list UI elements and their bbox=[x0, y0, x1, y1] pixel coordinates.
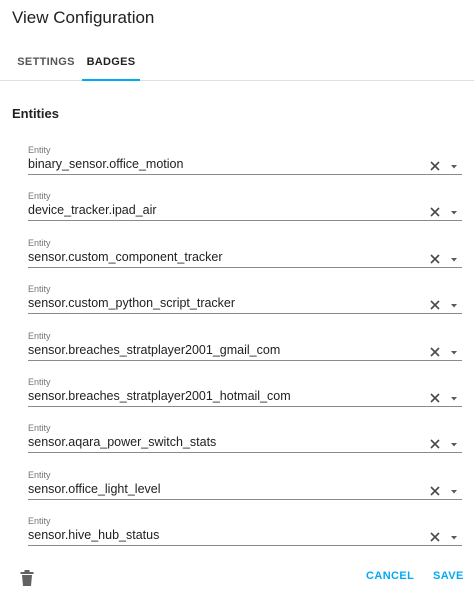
entity-field[interactable]: Entity binary_sensor.office_motion bbox=[28, 143, 464, 189]
entity-value: sensor.breaches_stratplayer2001_gmail_co… bbox=[28, 342, 281, 357]
entity-value: sensor.custom_component_tracker bbox=[28, 249, 223, 264]
entity-value: sensor.custom_python_script_tracker bbox=[28, 296, 236, 311]
close-icon[interactable] bbox=[428, 437, 442, 451]
entity-value: sensor.hive_hub_status bbox=[28, 528, 160, 543]
entity-field[interactable]: Entity sensor.breaches_stratplayer2001_h… bbox=[28, 375, 464, 421]
entity-underline bbox=[28, 359, 462, 361]
trash-icon[interactable] bbox=[19, 569, 35, 587]
entity-value: sensor.aqara_power_switch_stats bbox=[28, 435, 217, 450]
entity-underline bbox=[28, 545, 462, 547]
entity-label: Entity bbox=[28, 516, 51, 527]
dialog-title: View Configuration bbox=[12, 8, 155, 27]
entity-label: Entity bbox=[28, 145, 51, 155]
entity-value: sensor.breaches_stratplayer2001_hotmail_… bbox=[28, 388, 291, 403]
entity-field[interactable]: Entity sensor.custom_component_tracker bbox=[28, 236, 464, 282]
tab-settings[interactable]: SETTINGS bbox=[12, 44, 80, 80]
view-configuration-dialog: View Configuration SETTINGS BADGES Entit… bbox=[0, 0, 474, 593]
entity-label: Entity bbox=[28, 469, 51, 480]
dropdown-arrow-icon[interactable] bbox=[448, 486, 460, 496]
active-tab-indicator bbox=[82, 79, 140, 81]
dropdown-arrow-icon[interactable] bbox=[448, 393, 460, 403]
entity-field[interactable]: Entity sensor.custom_python_script_track… bbox=[28, 282, 464, 328]
entity-underline bbox=[28, 266, 462, 268]
close-icon[interactable] bbox=[428, 298, 442, 312]
entity-label: Entity bbox=[28, 376, 51, 387]
cancel-button[interactable]: CANCEL bbox=[366, 570, 414, 582]
entity-label: Entity bbox=[28, 330, 51, 341]
close-icon[interactable] bbox=[428, 530, 442, 544]
entity-underline bbox=[28, 405, 462, 407]
close-icon[interactable] bbox=[428, 484, 442, 498]
dropdown-arrow-icon[interactable] bbox=[448, 439, 460, 449]
dropdown-arrow-icon[interactable] bbox=[448, 161, 460, 171]
close-icon[interactable] bbox=[428, 252, 442, 266]
entity-field[interactable]: Entity sensor.breaches_stratplayer2001_g… bbox=[28, 329, 464, 375]
entity-label: Entity bbox=[28, 284, 51, 295]
close-icon[interactable] bbox=[428, 159, 442, 173]
entity-label: Entity bbox=[28, 423, 51, 434]
entity-label: Entity bbox=[28, 191, 51, 202]
entity-underline bbox=[28, 174, 462, 175]
entity-underline bbox=[28, 498, 462, 500]
dialog-footer: CANCEL SAVE bbox=[0, 562, 474, 593]
entity-field[interactable]: Entity sensor.hive_hub_status bbox=[28, 514, 464, 560]
entity-label: Entity bbox=[28, 237, 51, 248]
close-icon[interactable] bbox=[428, 345, 442, 359]
tab-bar: SETTINGS BADGES bbox=[0, 44, 474, 81]
entity-field[interactable]: Entity sensor.office_light_level bbox=[28, 468, 464, 514]
entity-underline bbox=[28, 452, 462, 454]
entity-field[interactable]: Entity device_tracker.ipad_air bbox=[28, 189, 464, 235]
entity-value: binary_sensor.office_motion bbox=[28, 157, 184, 171]
tab-badges[interactable]: BADGES bbox=[82, 44, 140, 80]
section-title-entities: Entities bbox=[12, 106, 59, 121]
save-button[interactable]: SAVE bbox=[433, 570, 464, 582]
entity-field[interactable]: Entity sensor.aqara_power_switch_stats bbox=[28, 421, 464, 467]
close-icon[interactable] bbox=[428, 205, 442, 219]
dropdown-arrow-icon[interactable] bbox=[448, 532, 460, 542]
close-icon[interactable] bbox=[428, 391, 442, 405]
dropdown-arrow-icon[interactable] bbox=[448, 300, 460, 310]
entity-underline bbox=[28, 220, 462, 222]
entity-list: Entity binary_sensor.office_motion Entit… bbox=[28, 143, 464, 561]
entity-underline bbox=[28, 313, 462, 315]
entity-value: device_tracker.ipad_air bbox=[28, 203, 157, 218]
dropdown-arrow-icon[interactable] bbox=[448, 347, 460, 357]
dropdown-arrow-icon[interactable] bbox=[448, 254, 460, 264]
entity-value: sensor.office_light_level bbox=[28, 481, 161, 496]
dropdown-arrow-icon[interactable] bbox=[448, 207, 460, 217]
